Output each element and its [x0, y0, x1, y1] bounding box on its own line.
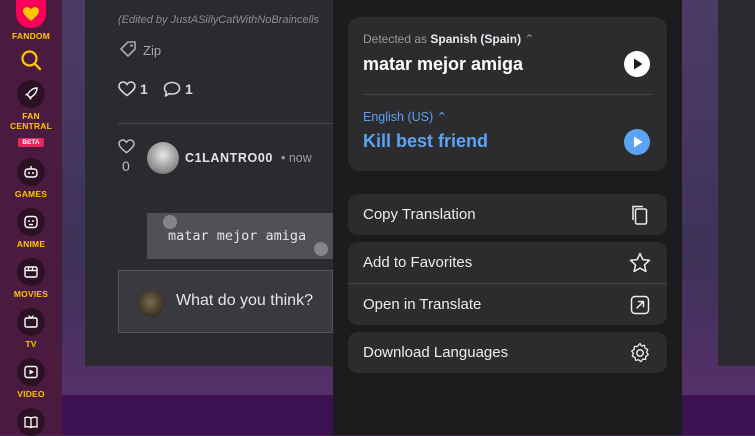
add-to-favorites-button[interactable]: Add to Favorites — [348, 242, 667, 283]
comment-like-count: 0 — [122, 158, 130, 174]
play-icon — [624, 129, 650, 155]
sidebar-item-books[interactable] — [0, 408, 62, 436]
card-divider — [363, 94, 652, 95]
menu-item-label: Add to Favorites — [363, 254, 473, 271]
reply-placeholder: What do you think? — [176, 292, 313, 309]
heart-icon[interactable] — [118, 139, 135, 154]
sidebar-item-label: VIDEO — [17, 389, 45, 399]
sidebar-item-label: MOVIES — [13, 289, 49, 299]
gear-icon — [631, 342, 649, 363]
sidebar-item-tv[interactable]: TV — [0, 308, 62, 349]
sidebar-item-fan-central[interactable]: FAN CENTRAL BETA — [0, 80, 62, 149]
sidebar-item-games[interactable]: GAMES — [0, 158, 62, 199]
avatar — [137, 290, 164, 317]
menu-item-label: Download Languages — [363, 344, 509, 361]
copy-translation-button[interactable]: Copy Translation — [348, 194, 667, 235]
sidebar-item-label: GAMES — [14, 189, 48, 199]
translate-popover: Detected as Spanish (Spain) ⌃ matar mejo… — [333, 0, 682, 435]
comment-icon[interactable] — [163, 81, 181, 98]
comment-body: matar mejor amiga — [168, 228, 307, 244]
source-text: matar mejor amiga — [363, 54, 524, 74]
play-translation-button[interactable] — [624, 129, 650, 155]
sidebar-item-label: FANDOM — [11, 31, 51, 41]
download-languages-button[interactable]: Download Languages — [348, 332, 667, 373]
anime-face-icon — [17, 208, 45, 236]
menu-group-actions: Add to Favorites Open in Translate — [348, 242, 667, 325]
sidebar-item-label: FAN CENTRAL — [9, 111, 52, 131]
menu-group-download: Download Languages — [348, 332, 667, 373]
comment-count: 1 — [185, 81, 193, 97]
copy-icon — [632, 205, 648, 225]
detected-prefix: Detected as — [363, 32, 428, 46]
star-icon — [629, 252, 651, 273]
source-language: Spanish (Spain) — [430, 32, 522, 46]
rocket-icon — [17, 80, 45, 108]
search-icon — [21, 50, 42, 71]
sidebar-item-anime[interactable]: ANIME — [0, 208, 62, 249]
selection-end-handle[interactable] — [314, 242, 328, 256]
detected-language[interactable]: Detected as Spanish (Spain) ⌃ — [363, 32, 534, 46]
menu-item-label: Copy Translation — [363, 206, 476, 223]
fandom-heart-icon — [16, 0, 46, 28]
sidebar-item-label: TV — [25, 339, 37, 349]
book-icon — [17, 408, 45, 436]
movie-clapper-icon — [17, 258, 45, 286]
comment-timestamp: • now — [281, 151, 312, 165]
beta-badge: BETA — [18, 138, 44, 147]
avatar[interactable] — [147, 142, 179, 174]
chevron-updown-icon: ⌃ — [436, 110, 448, 124]
video-play-icon — [17, 358, 45, 386]
sidebar-item-label: ANIME — [16, 239, 46, 249]
translated-text: Kill best friend — [363, 131, 489, 151]
tag-label: Zip — [143, 43, 162, 58]
fandom-sidebar: FANDOM FAN CENTRAL BETA GAMES ANIME MOVI… — [0, 0, 62, 436]
comment-username[interactable]: C1LANTRO00 — [185, 151, 273, 165]
menu-group-copy: Copy Translation — [348, 194, 667, 235]
selection-start-handle[interactable] — [163, 215, 177, 229]
sidebar-item-search[interactable] — [0, 49, 62, 71]
open-external-icon — [630, 295, 650, 315]
like-count: 1 — [140, 81, 148, 97]
edited-note: (Edited by JustASillyCatWithNoBraincells — [118, 14, 320, 26]
open-in-translate-button[interactable]: Open in Translate — [348, 284, 667, 325]
menu-item-label: Open in Translate — [363, 296, 482, 313]
post-divider — [118, 123, 333, 124]
sidebar-item-video[interactable]: VIDEO — [0, 358, 62, 399]
target-language: English (US) — [363, 110, 434, 124]
tag-icon — [120, 41, 136, 57]
reply-input[interactable]: What do you think? — [118, 270, 333, 333]
sidebar-item-movies[interactable]: MOVIES — [0, 258, 62, 299]
play-source-button[interactable] — [624, 51, 650, 77]
side-card — [718, 0, 755, 366]
heart-icon[interactable] — [118, 81, 136, 97]
sidebar-item-fandom[interactable]: FANDOM — [0, 0, 62, 41]
translation-card: Detected as Spanish (Spain) ⌃ matar mejo… — [348, 17, 667, 171]
target-language-selector[interactable]: English (US) ⌃ — [363, 109, 447, 124]
gamepad-icon — [17, 158, 45, 186]
chevron-updown-icon: ⌃ — [524, 32, 535, 46]
tv-icon — [17, 308, 45, 336]
play-icon — [624, 51, 650, 77]
